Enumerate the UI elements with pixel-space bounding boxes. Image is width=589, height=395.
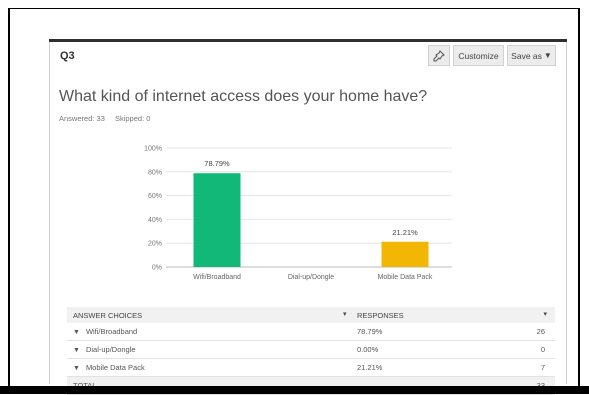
- expand-triangle-icon[interactable]: ▼: [73, 329, 80, 336]
- header-responses[interactable]: RESPONSES: [357, 311, 404, 320]
- answer-label: Wifi/Broadband: [85, 327, 138, 336]
- answer-label: Mobile Data Pack: [85, 363, 145, 372]
- answer-count: 7: [540, 363, 545, 372]
- panel-toolbar: Customize Save as ▼: [428, 45, 556, 66]
- pin-button[interactable]: [428, 45, 450, 66]
- answer-percent: 0.00%: [357, 345, 379, 354]
- answer-label: Dial-up/Dongle: [85, 345, 136, 354]
- data-label: 21.21%: [392, 228, 418, 237]
- answer-percent: 21.21%: [357, 363, 383, 372]
- y-tick-label: 100%: [144, 146, 162, 153]
- bar-chart-svg: 0% 20% 40% 60% 80% 100% 78.79% Wifi/Broadband Di…: [144, 146, 452, 281]
- frame-bottom-border: [0, 386, 589, 394]
- y-tick-label: 40%: [148, 217, 162, 224]
- answered-count: Answered: 33: [59, 114, 105, 123]
- data-label: 78.79%: [204, 159, 230, 168]
- chevron-down-icon: ▼: [543, 51, 552, 60]
- skipped-count: Skipped: 0: [114, 114, 151, 123]
- y-tick-label: 80%: [148, 169, 162, 176]
- response-meta: Answered: 33 Skipped: 0: [59, 114, 150, 123]
- header-answer-choices[interactable]: ANSWER CHOICES: [73, 311, 142, 320]
- save-as-label: Save as: [511, 50, 542, 61]
- y-tick-label: 20%: [148, 241, 162, 248]
- frame-top-border: [8, 8, 580, 9]
- bar: [193, 173, 241, 267]
- bar: [381, 241, 429, 267]
- answer-count: 26: [536, 327, 545, 336]
- table-row[interactable]: ▼ Mobile Data Pack 21.21% 7: [67, 359, 555, 377]
- sort-responses-icon[interactable]: ▾: [543, 310, 547, 318]
- x-tick-label: Wifi/Broadband: [193, 274, 241, 281]
- expand-triangle-icon[interactable]: ▼: [73, 365, 80, 372]
- sort-choices-icon[interactable]: ▾: [343, 310, 347, 318]
- question-title: What kind of internet access does your h…: [59, 88, 428, 105]
- answer-percent: 78.79%: [357, 327, 383, 336]
- frame-left-border: [8, 8, 10, 388]
- bar-chart: 0% 20% 40% 60% 80% 100% 78.79% Wifi/Broadband Di…: [110, 136, 490, 296]
- table-row[interactable]: ▼ Dial-up/Dongle 0.00% 0: [67, 341, 555, 359]
- customize-label: Customize: [458, 50, 499, 61]
- question-number: Q3: [60, 50, 75, 62]
- answer-count: 0: [540, 345, 545, 354]
- table-header-row: ANSWER CHOICES ▾ RESPONSES ▾: [67, 307, 555, 323]
- customize-button[interactable]: Customize: [453, 45, 504, 66]
- expand-triangle-icon[interactable]: ▼: [73, 347, 80, 354]
- question-panel: Q3 Customize Save as ▼ What kind of inte…: [49, 39, 567, 395]
- x-tick-label: Dial-up/Dongle: [288, 274, 334, 281]
- x-tick-label: Mobile Data Pack: [378, 274, 433, 281]
- frame-right-border: [578, 8, 580, 388]
- y-tick-label: 0%: [152, 265, 162, 272]
- save-as-button[interactable]: Save as ▼: [507, 45, 556, 66]
- table-row[interactable]: ▼ Wifi/Broadband 78.79% 26: [67, 323, 555, 341]
- answers-table: ANSWER CHOICES ▾ RESPONSES ▾ ▼ Wifi/Broad…: [67, 307, 555, 395]
- panel-top-border: [49, 39, 567, 42]
- y-tick-label: 60%: [148, 193, 162, 200]
- pin-icon: [433, 49, 445, 61]
